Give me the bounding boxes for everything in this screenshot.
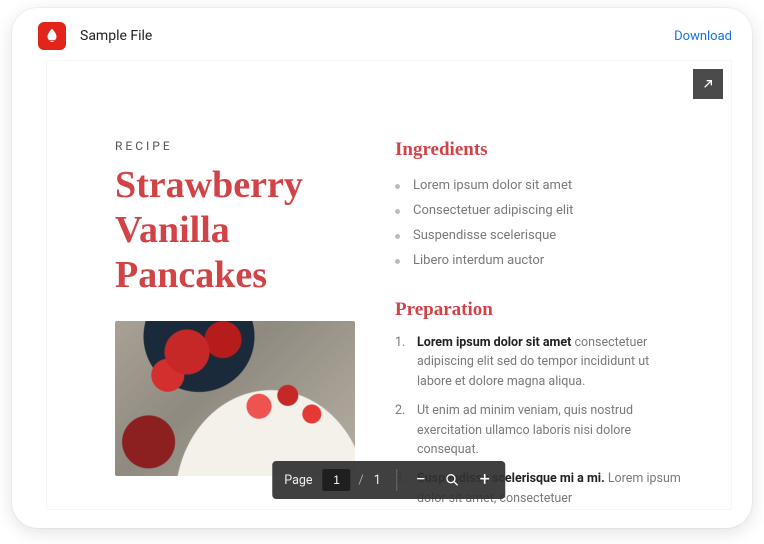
pdf-icon [38,22,66,50]
step-text: Ut enim ad minim veniam, quis nostrud ex… [417,403,633,457]
list-item: Consectetuer adipiscing elit [395,198,681,223]
ingredients-heading: Ingredients [395,139,681,161]
magnifier-icon [445,472,461,488]
document-page: RECIPE Strawberry Vanilla Pancakes Ingre… [47,61,731,510]
list-item: Suspendisse scelerisque [395,223,681,248]
zoom-reset-button[interactable] [440,467,466,493]
kicker-label: RECIPE [115,139,355,153]
page-toolbar: Page / 1 − + [272,461,505,499]
list-item: Ut enim ad minim veniam, quis nostrud ex… [395,401,681,469]
pdf-viewer-frame: Sample File Download RECIPE Strawberry V… [12,8,752,528]
ingredients-list: Lorem ipsum dolor sit amet Consectetuer … [395,173,681,273]
expand-button[interactable] [693,69,723,99]
zoom-out-button[interactable]: − [408,467,434,493]
file-title: Sample File [80,28,152,44]
header-bar: Sample File Download [12,8,752,60]
preparation-heading: Preparation [395,299,681,321]
download-link[interactable]: Download [674,29,732,44]
toolbar-divider [397,469,398,491]
recipe-photo [115,321,355,476]
page-total: 1 [374,473,381,488]
left-column: RECIPE Strawberry Vanilla Pancakes [115,139,355,510]
list-item: Libero interdum auctor [395,248,681,273]
recipe-title: Strawberry Vanilla Pancakes [115,163,355,297]
plus-icon: + [480,471,490,489]
page-separator: / [359,473,364,488]
list-item: Lorem ipsum dolor sit amet [395,173,681,198]
page-label: Page [284,473,312,488]
right-column: Ingredients Lorem ipsum dolor sit amet C… [395,139,681,510]
zoom-in-button[interactable]: + [472,467,498,493]
minus-icon: − [416,471,426,489]
list-item: Lorem ipsum dolor sit amet consectetuer … [395,333,681,401]
page-number-input[interactable] [323,469,351,491]
document-viewport: RECIPE Strawberry Vanilla Pancakes Ingre… [46,60,732,510]
step-emphasis: Lorem ipsum dolor sit amet [417,335,571,350]
expand-icon [700,76,716,92]
